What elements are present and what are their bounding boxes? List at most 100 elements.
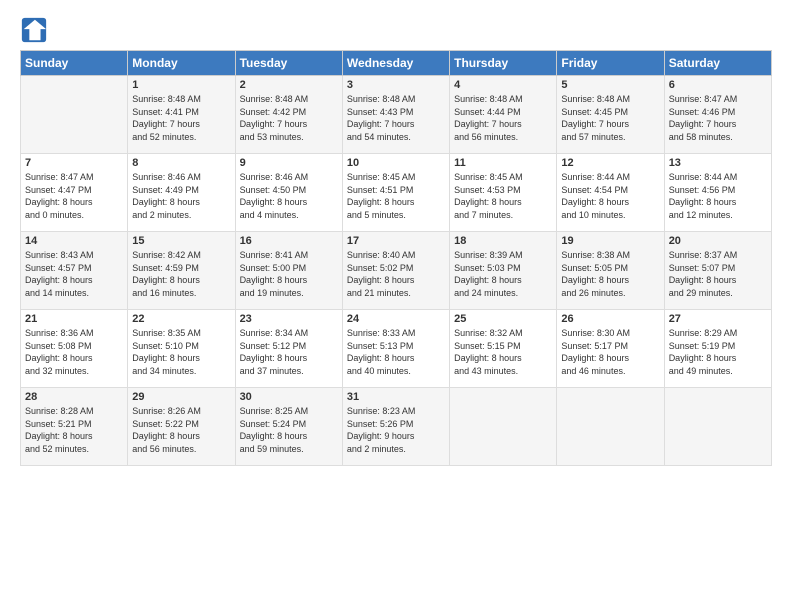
day-number: 27 — [669, 313, 767, 325]
day-number: 11 — [454, 157, 552, 169]
day-header: Friday — [557, 51, 664, 76]
day-number: 13 — [669, 157, 767, 169]
day-header: Tuesday — [235, 51, 342, 76]
day-content: Sunrise: 8:25 AM Sunset: 5:24 PM Dayligh… — [240, 405, 338, 455]
calendar-cell: 5 Sunrise: 8:48 AM Sunset: 4:45 PM Daylig… — [557, 76, 664, 154]
day-header: Saturday — [664, 51, 771, 76]
day-content: Sunrise: 8:45 AM Sunset: 4:51 PM Dayligh… — [347, 171, 445, 221]
calendar-cell: 1Sunrise: 8:48 AM Sunset: 4:41 PM Daylig… — [128, 76, 235, 154]
calendar-cell: 11 Sunrise: 8:45 AM Sunset: 4:53 PM Dayli… — [450, 154, 557, 232]
day-content: Sunrise: 8:43 AM Sunset: 4:57 PM Dayligh… — [25, 249, 123, 299]
header-row: SundayMondayTuesdayWednesdayThursdayFrid… — [21, 51, 772, 76]
calendar-table: SundayMondayTuesdayWednesdayThursdayFrid… — [20, 50, 772, 466]
calendar-cell: 18Sunrise: 8:39 AM Sunset: 5:03 PM Dayli… — [450, 232, 557, 310]
calendar-cell: 13 Sunrise: 8:44 AM Sunset: 4:56 PM Dayli… — [664, 154, 771, 232]
day-number: 5 — [561, 79, 659, 91]
calendar-cell: 2Sunrise: 8:48 AM Sunset: 4:42 PM Daylig… — [235, 76, 342, 154]
day-content: Sunrise: 8:34 AM Sunset: 5:12 PM Dayligh… — [240, 327, 338, 377]
calendar-cell: 3 Sunrise: 8:48 AM Sunset: 4:43 PM Daylig… — [342, 76, 449, 154]
day-number: 8 — [132, 157, 230, 169]
calendar-cell: 15 Sunrise: 8:42 AM Sunset: 4:59 PM Dayli… — [128, 232, 235, 310]
calendar-cell: 4 Sunrise: 8:48 AM Sunset: 4:44 PM Daylig… — [450, 76, 557, 154]
day-content: Sunrise: 8:32 AM Sunset: 5:15 PM Dayligh… — [454, 327, 552, 377]
calendar-cell: 20Sunrise: 8:37 AM Sunset: 5:07 PM Dayli… — [664, 232, 771, 310]
calendar-cell: 26 Sunrise: 8:30 AM Sunset: 5:17 PM Dayli… — [557, 310, 664, 388]
day-number: 16 — [240, 235, 338, 247]
day-number: 26 — [561, 313, 659, 325]
day-content: Sunrise: 8:42 AM Sunset: 4:59 PM Dayligh… — [132, 249, 230, 299]
calendar-cell: 25 Sunrise: 8:32 AM Sunset: 5:15 PM Dayli… — [450, 310, 557, 388]
calendar-cell: 24 Sunrise: 8:33 AM Sunset: 5:13 PM Dayli… — [342, 310, 449, 388]
calendar-cell: 14 Sunrise: 8:43 AM Sunset: 4:57 PM Dayli… — [21, 232, 128, 310]
day-number: 12 — [561, 157, 659, 169]
day-number: 29 — [132, 391, 230, 403]
day-number: 15 — [132, 235, 230, 247]
calendar-cell: 8 Sunrise: 8:46 AM Sunset: 4:49 PM Daylig… — [128, 154, 235, 232]
day-content: Sunrise: 8:23 AM Sunset: 5:26 PM Dayligh… — [347, 405, 445, 455]
day-content: Sunrise: 8:38 AM Sunset: 5:05 PM Dayligh… — [561, 249, 659, 299]
day-number: 10 — [347, 157, 445, 169]
day-content: Sunrise: 8:26 AM Sunset: 5:22 PM Dayligh… — [132, 405, 230, 455]
day-content: Sunrise: 8:48 AM Sunset: 4:44 PM Dayligh… — [454, 93, 552, 143]
day-number: 24 — [347, 313, 445, 325]
header — [20, 16, 772, 44]
day-content: Sunrise: 8:41 AM Sunset: 5:00 PM Dayligh… — [240, 249, 338, 299]
day-content: Sunrise: 8:44 AM Sunset: 4:56 PM Dayligh… — [669, 171, 767, 221]
day-content: Sunrise: 8:44 AM Sunset: 4:54 PM Dayligh… — [561, 171, 659, 221]
day-header: Monday — [128, 51, 235, 76]
day-number: 25 — [454, 313, 552, 325]
calendar-cell: 30 Sunrise: 8:25 AM Sunset: 5:24 PM Dayli… — [235, 388, 342, 466]
day-content: Sunrise: 8:46 AM Sunset: 4:49 PM Dayligh… — [132, 171, 230, 221]
day-content: Sunrise: 8:28 AM Sunset: 5:21 PM Dayligh… — [25, 405, 123, 455]
calendar-week-row: 21 Sunrise: 8:36 AM Sunset: 5:08 PM Dayli… — [21, 310, 772, 388]
day-content: Sunrise: 8:36 AM Sunset: 5:08 PM Dayligh… — [25, 327, 123, 377]
logo-icon — [20, 16, 48, 44]
logo — [20, 16, 52, 44]
day-number: 17 — [347, 235, 445, 247]
calendar-cell — [664, 388, 771, 466]
calendar-cell — [557, 388, 664, 466]
calendar-week-row: 28Sunrise: 8:28 AM Sunset: 5:21 PM Dayli… — [21, 388, 772, 466]
calendar-cell: 9Sunrise: 8:46 AM Sunset: 4:50 PM Daylig… — [235, 154, 342, 232]
calendar-cell: 23Sunrise: 8:34 AM Sunset: 5:12 PM Dayli… — [235, 310, 342, 388]
calendar-cell — [21, 76, 128, 154]
day-number: 6 — [669, 79, 767, 91]
day-number: 22 — [132, 313, 230, 325]
calendar-cell: 28Sunrise: 8:28 AM Sunset: 5:21 PM Dayli… — [21, 388, 128, 466]
day-number: 4 — [454, 79, 552, 91]
day-header: Thursday — [450, 51, 557, 76]
day-content: Sunrise: 8:48 AM Sunset: 4:42 PM Dayligh… — [240, 93, 338, 143]
day-number: 21 — [25, 313, 123, 325]
day-number: 14 — [25, 235, 123, 247]
calendar-week-row: 7Sunrise: 8:47 AM Sunset: 4:47 PM Daylig… — [21, 154, 772, 232]
calendar-cell: 6 Sunrise: 8:47 AM Sunset: 4:46 PM Daylig… — [664, 76, 771, 154]
day-content: Sunrise: 8:48 AM Sunset: 4:43 PM Dayligh… — [347, 93, 445, 143]
day-header: Wednesday — [342, 51, 449, 76]
day-content: Sunrise: 8:45 AM Sunset: 4:53 PM Dayligh… — [454, 171, 552, 221]
calendar-cell: 22 Sunrise: 8:35 AM Sunset: 5:10 PM Dayli… — [128, 310, 235, 388]
day-content: Sunrise: 8:30 AM Sunset: 5:17 PM Dayligh… — [561, 327, 659, 377]
calendar-cell: 12 Sunrise: 8:44 AM Sunset: 4:54 PM Dayli… — [557, 154, 664, 232]
day-number: 30 — [240, 391, 338, 403]
day-content: Sunrise: 8:40 AM Sunset: 5:02 PM Dayligh… — [347, 249, 445, 299]
page-container: SundayMondayTuesdayWednesdayThursdayFrid… — [0, 0, 792, 476]
day-content: Sunrise: 8:46 AM Sunset: 4:50 PM Dayligh… — [240, 171, 338, 221]
day-content: Sunrise: 8:47 AM Sunset: 4:46 PM Dayligh… — [669, 93, 767, 143]
calendar-cell: 19Sunrise: 8:38 AM Sunset: 5:05 PM Dayli… — [557, 232, 664, 310]
calendar-cell: 27Sunrise: 8:29 AM Sunset: 5:19 PM Dayli… — [664, 310, 771, 388]
calendar-cell: 16 Sunrise: 8:41 AM Sunset: 5:00 PM Dayli… — [235, 232, 342, 310]
day-content: Sunrise: 8:48 AM Sunset: 4:45 PM Dayligh… — [561, 93, 659, 143]
calendar-cell: 17 Sunrise: 8:40 AM Sunset: 5:02 PM Dayli… — [342, 232, 449, 310]
calendar-cell: 31 Sunrise: 8:23 AM Sunset: 5:26 PM Dayli… — [342, 388, 449, 466]
day-content: Sunrise: 8:35 AM Sunset: 5:10 PM Dayligh… — [132, 327, 230, 377]
day-number: 31 — [347, 391, 445, 403]
day-number: 1 — [132, 79, 230, 91]
calendar-week-row: 14 Sunrise: 8:43 AM Sunset: 4:57 PM Dayli… — [21, 232, 772, 310]
day-content: Sunrise: 8:33 AM Sunset: 5:13 PM Dayligh… — [347, 327, 445, 377]
day-content: Sunrise: 8:37 AM Sunset: 5:07 PM Dayligh… — [669, 249, 767, 299]
day-number: 3 — [347, 79, 445, 91]
day-content: Sunrise: 8:47 AM Sunset: 4:47 PM Dayligh… — [25, 171, 123, 221]
calendar-cell: 29 Sunrise: 8:26 AM Sunset: 5:22 PM Dayli… — [128, 388, 235, 466]
day-header: Sunday — [21, 51, 128, 76]
calendar-cell: 7Sunrise: 8:47 AM Sunset: 4:47 PM Daylig… — [21, 154, 128, 232]
